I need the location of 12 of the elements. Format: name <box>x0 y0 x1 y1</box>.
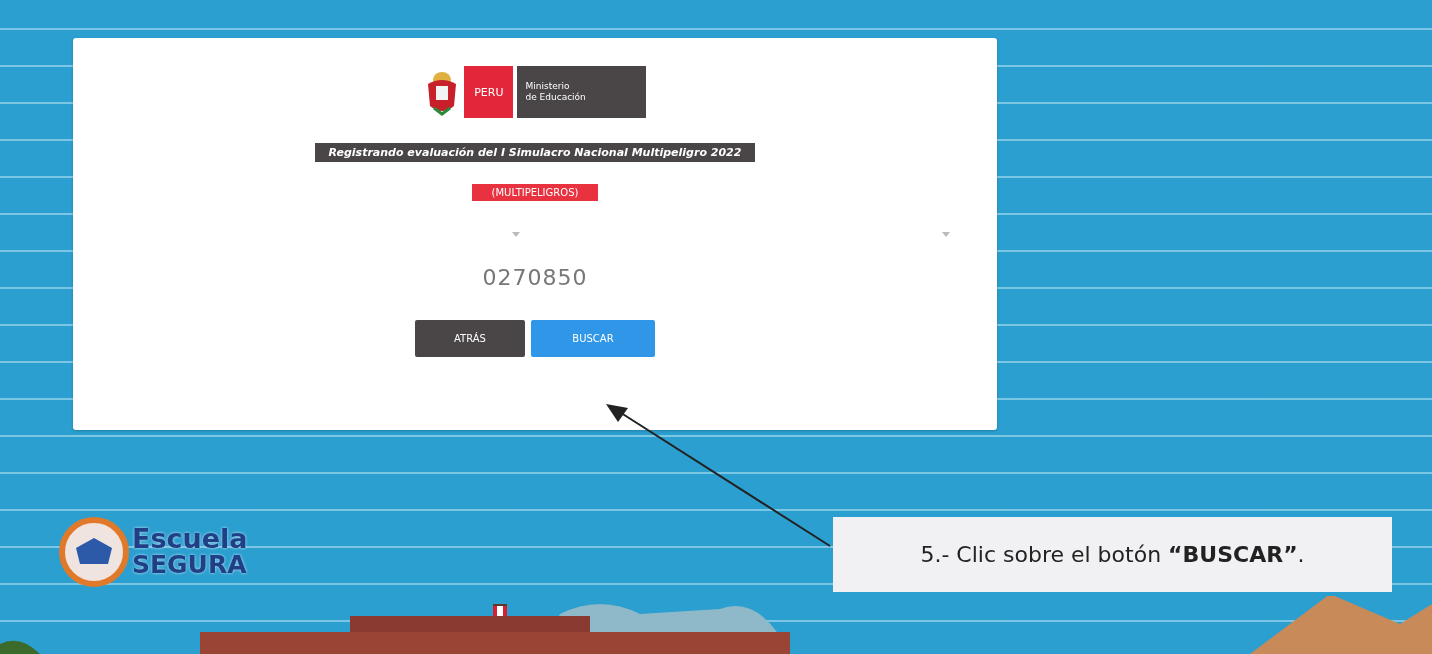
instruction-callout: 5.- Clic sobre el botón “BUSCAR”. <box>833 517 1392 592</box>
category-badge: (MULTIPELIGROS) <box>471 184 599 201</box>
ministry-label: Ministerio de Educación <box>517 66 646 118</box>
brand-name: SEGURA <box>132 552 248 578</box>
chevron-icon <box>942 231 950 237</box>
brand-name: Escuela <box>132 526 248 552</box>
chevron-icon <box>512 231 520 237</box>
school-emblem-icon <box>58 516 130 588</box>
page-title: Registrando evaluación del I Simulacro Nacional Multipeligro 2022 <box>314 143 756 162</box>
code-value: 0270850 <box>482 265 588 290</box>
back-button[interactable]: ATRÁS <box>415 320 525 357</box>
country-label: PERU <box>464 66 514 118</box>
